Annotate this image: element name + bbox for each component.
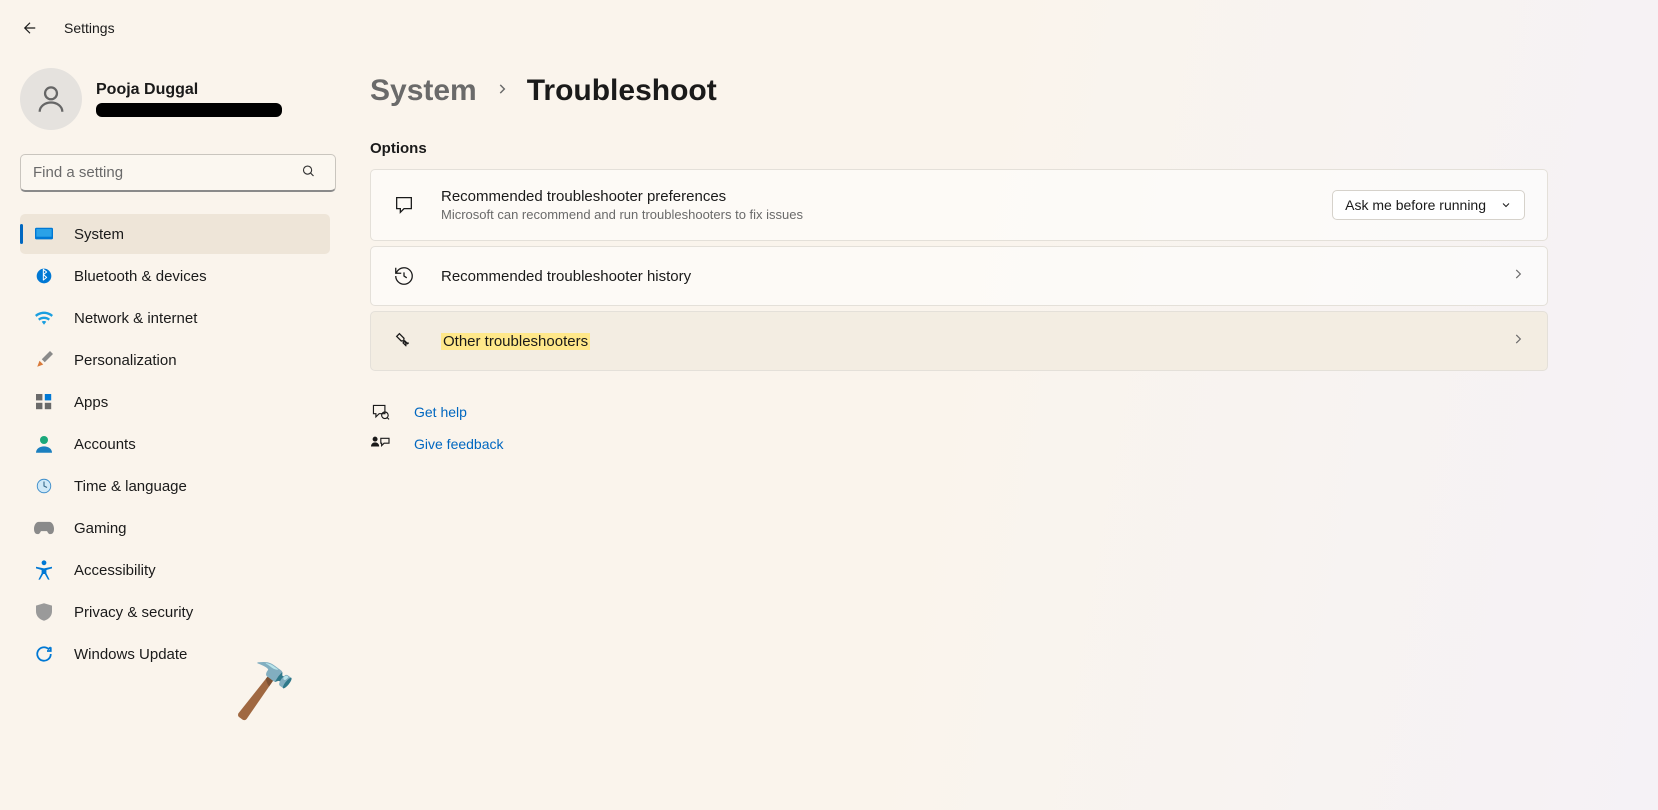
sidebar-item-apps[interactable]: Apps: [20, 382, 330, 422]
sidebar-item-label: Accessibility: [74, 562, 156, 579]
sidebar-item-label: Windows Update: [74, 646, 187, 663]
get-help-link[interactable]: Get help: [370, 403, 1548, 421]
breadcrumb-parent[interactable]: System: [370, 74, 477, 108]
sidebar-item-label: Privacy & security: [74, 604, 193, 621]
chevron-right-icon: [1511, 332, 1525, 350]
dropdown-value: Ask me before running: [1345, 197, 1486, 213]
link-label: Get help: [414, 404, 467, 420]
sidebar-item-label: Bluetooth & devices: [74, 268, 207, 285]
sidebar-item-accessibility[interactable]: Accessibility: [20, 550, 330, 590]
sidebar-item-label: Accounts: [74, 436, 136, 453]
card-subtitle: Microsoft can recommend and run troubles…: [441, 207, 1306, 222]
sidebar-item-label: Gaming: [74, 520, 127, 537]
sidebar-item-bluetooth[interactable]: Bluetooth & devices: [20, 256, 330, 296]
search-box[interactable]: [20, 154, 330, 192]
help-icon: [370, 403, 390, 421]
clock-globe-icon: [34, 476, 54, 496]
card-title: Recommended troubleshooter preferences: [441, 188, 1306, 205]
history-icon: [393, 265, 415, 287]
sidebar-item-accounts[interactable]: Accounts: [20, 424, 330, 464]
profile-block[interactable]: Pooja Duggal: [20, 68, 330, 130]
preferences-dropdown[interactable]: Ask me before running: [1332, 190, 1525, 220]
accessibility-icon: [34, 560, 54, 580]
sidebar-item-network[interactable]: Network & internet: [20, 298, 330, 338]
wrench-icon: [393, 330, 415, 352]
chevron-down-icon: [1500, 199, 1512, 211]
card-troubleshooter-history[interactable]: Recommended troubleshooter history: [370, 246, 1548, 306]
update-icon: [34, 644, 54, 664]
bluetooth-icon: [34, 266, 54, 286]
back-button[interactable]: [20, 18, 40, 38]
person-icon: [34, 82, 68, 116]
apps-icon: [34, 392, 54, 412]
profile-name: Pooja Duggal: [96, 81, 282, 99]
feedback-icon: [370, 435, 390, 453]
arrow-left-icon: [21, 19, 39, 37]
search-input[interactable]: [20, 154, 336, 192]
sidebar-item-system[interactable]: System: [20, 214, 330, 254]
card-other-troubleshooters[interactable]: Other troubleshooters: [370, 311, 1548, 371]
chevron-right-icon: [1511, 267, 1525, 285]
avatar: [20, 68, 82, 130]
card-troubleshooter-preferences[interactable]: Recommended troubleshooter preferences M…: [370, 169, 1548, 241]
sidebar-item-label: Time & language: [74, 478, 187, 495]
nav: System Bluetooth & devices Network & int…: [20, 214, 330, 674]
sidebar-item-label: Personalization: [74, 352, 177, 369]
card-title: Other troubleshooters: [441, 333, 590, 350]
main-panel: System Troubleshoot Options Recommended …: [340, 48, 1658, 694]
sidebar-item-personalization[interactable]: Personalization: [20, 340, 330, 380]
gamepad-icon: [34, 518, 54, 538]
sidebar-item-label: System: [74, 226, 124, 243]
search-icon: [301, 164, 316, 183]
account-icon: [34, 434, 54, 454]
sidebar-item-gaming[interactable]: Gaming: [20, 508, 330, 548]
chevron-right-icon: [495, 82, 509, 100]
section-title: Options: [370, 140, 1548, 157]
display-icon: [34, 224, 54, 244]
breadcrumb: System Troubleshoot: [370, 74, 1548, 108]
sidebar-item-windows-update[interactable]: Windows Update: [20, 634, 330, 674]
link-label: Give feedback: [414, 436, 504, 452]
brush-icon: [34, 350, 54, 370]
chat-icon: [393, 194, 415, 216]
sidebar-item-label: Network & internet: [74, 310, 197, 327]
wifi-icon: [34, 308, 54, 328]
sidebar-item-label: Apps: [74, 394, 108, 411]
give-feedback-link[interactable]: Give feedback: [370, 435, 1548, 453]
sidebar-item-privacy[interactable]: Privacy & security: [20, 592, 330, 632]
breadcrumb-current: Troubleshoot: [527, 74, 717, 108]
shield-icon: [34, 602, 54, 622]
profile-email-redacted: [96, 103, 282, 117]
app-title: Settings: [64, 20, 115, 36]
sidebar-item-time-language[interactable]: Time & language: [20, 466, 330, 506]
sidebar: Pooja Duggal System Bluetooth & devic: [0, 48, 340, 694]
card-title: Recommended troubleshooter history: [441, 268, 1485, 285]
